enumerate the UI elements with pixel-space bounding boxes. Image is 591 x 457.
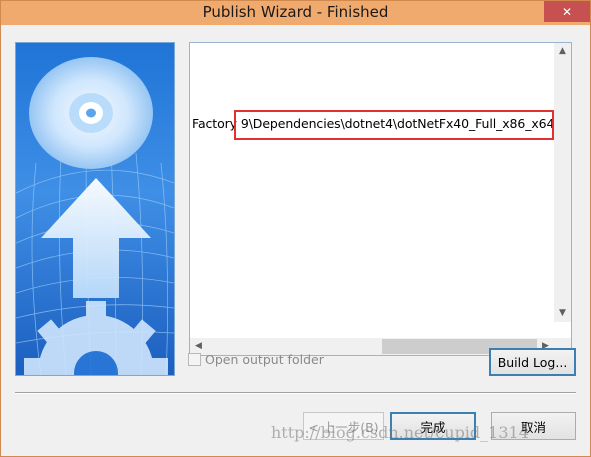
open-output-folder-label: Open output folder bbox=[205, 352, 324, 367]
close-icon: ✕ bbox=[561, 4, 573, 19]
build-log-button[interactable]: Build Log... bbox=[489, 348, 576, 376]
scroll-down-icon[interactable]: ▼ bbox=[554, 305, 571, 322]
output-log-box[interactable]: Factory 9\Dependencies\dotnet4\dotNetFx4… bbox=[189, 42, 572, 356]
watermark-text: http://blog.csdn.net/cupid_1314 bbox=[271, 423, 529, 442]
vertical-scrollbar[interactable]: ▲ ▼ bbox=[554, 43, 571, 322]
publish-wizard-window: Publish Wizard - Finished ✕ Factory 9\De… bbox=[0, 0, 591, 457]
scroll-up-icon[interactable]: ▲ bbox=[554, 43, 571, 60]
wizard-art-svg bbox=[16, 43, 174, 375]
path-highlight-box bbox=[234, 110, 554, 140]
close-button[interactable]: ✕ bbox=[544, 1, 590, 22]
title-bar[interactable]: Publish Wizard - Finished ✕ bbox=[1, 1, 590, 25]
wizard-client-area: Factory 9\Dependencies\dotnet4\dotNetFx4… bbox=[1, 25, 590, 456]
open-output-folder-option[interactable]: Open output folder bbox=[188, 352, 324, 367]
disc-icon bbox=[29, 57, 153, 169]
open-output-folder-checkbox[interactable] bbox=[188, 353, 201, 366]
wizard-illustration bbox=[15, 42, 175, 376]
window-title: Publish Wizard - Finished bbox=[202, 3, 389, 21]
footer-separator bbox=[15, 392, 576, 394]
